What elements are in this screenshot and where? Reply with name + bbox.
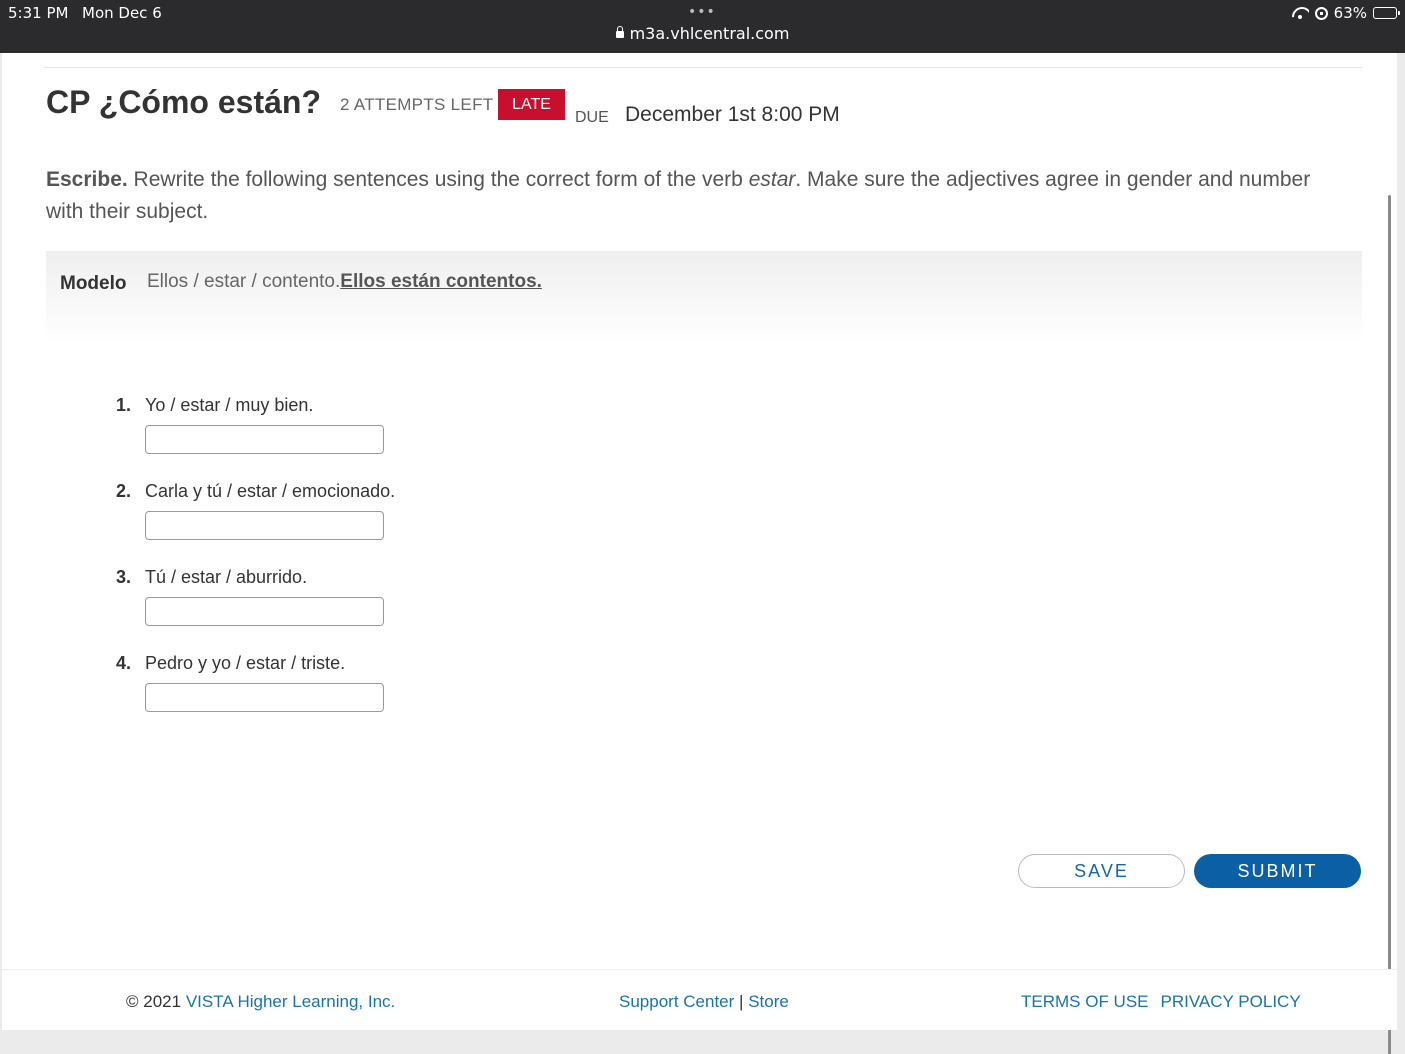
- company-link[interactable]: VISTA Higher Learning, Inc.: [186, 992, 395, 1011]
- attempts-left: 2 ATTEMPTS LEFT: [340, 95, 494, 114]
- question-item-3: 3. Tú / estar / aburrido.: [116, 567, 716, 637]
- support-center-link[interactable]: Support Center: [619, 992, 734, 1011]
- instructions-lead: Escribe.: [46, 168, 128, 191]
- battery-percent: 63%: [1333, 4, 1367, 22]
- battery-icon: [1373, 7, 1400, 19]
- late-badge: LATE: [498, 89, 565, 120]
- due-label: DUE: [575, 109, 609, 126]
- question-item-2: 2. Carla y tú / estar / emocionado.: [116, 481, 716, 551]
- instructions-text-1: Rewrite the following sentences using th…: [127, 168, 749, 191]
- question-number: 1.: [116, 395, 132, 415]
- question-number: 2.: [116, 481, 132, 501]
- url-text: m3a.vhlcentral.com: [629, 24, 790, 43]
- address-bar[interactable]: m3a.vhlcentral.com: [0, 24, 1405, 43]
- answer-input-3[interactable]: [145, 597, 384, 626]
- answer-input-2[interactable]: [145, 511, 384, 540]
- instructions-verb: estar: [748, 168, 796, 191]
- footer: © 2021 VISTA Higher Learning, Inc. Suppo…: [2, 969, 1397, 1030]
- question-number: 3.: [116, 567, 132, 587]
- modelo-prompt: Ellos / estar / contento.Ellos están con…: [147, 271, 542, 293]
- modelo-label: Modelo: [60, 273, 127, 294]
- privacy-link[interactable]: PRIVACY POLICY: [1161, 992, 1301, 1011]
- question-number: 4.: [116, 653, 132, 673]
- question-prompt: Tú / estar / aburrido.: [145, 567, 308, 587]
- modelo-prompt-text: Ellos / estar / contento.: [147, 271, 341, 292]
- page-title: CP ¿Cómo están?: [46, 84, 321, 120]
- status-time: 5:31 PM: [8, 4, 69, 22]
- question-prompt: Carla y tú / estar / emocionado.: [145, 481, 396, 501]
- due-date: December 1st 8:00 PM: [625, 103, 840, 126]
- submit-button[interactable]: SUBMIT: [1194, 854, 1361, 888]
- footer-copyright: © 2021 VISTA Higher Learning, Inc.: [126, 992, 395, 1012]
- page-content: CP ¿Cómo están? 2 ATTEMPTS LEFT LATE DUE…: [2, 53, 1397, 1054]
- question-item-1: 1. Yo / estar / muy bien.: [116, 395, 716, 465]
- wifi-icon: [1291, 6, 1309, 20]
- modelo-box: Modelo Ellos / estar / contento.Ellos es…: [46, 251, 1362, 343]
- question-prompt: Yo / estar / muy bien.: [145, 395, 314, 415]
- terms-link[interactable]: TERMS OF USE: [1021, 992, 1149, 1011]
- copyright-text: © 2021: [126, 992, 182, 1011]
- footer-legal: TERMS OF USE PRIVACY POLICY: [1021, 992, 1301, 1012]
- status-bar: 5:31 PM Mon Dec 6 ••• m3a.vhlcentral.com…: [0, 0, 1405, 53]
- lock-icon: [615, 26, 624, 38]
- question-item-4: 4. Pedro y yo / estar / triste.: [116, 653, 716, 723]
- more-dots-icon[interactable]: •••: [688, 4, 716, 20]
- save-button[interactable]: SAVE: [1018, 854, 1185, 888]
- store-link[interactable]: Store: [748, 992, 789, 1011]
- footer-links: Support Center | Store: [619, 992, 789, 1012]
- footer-separator: |: [739, 992, 744, 1011]
- rotation-lock-icon: [1314, 6, 1328, 20]
- status-indicators: 63%: [1291, 4, 1400, 22]
- answer-input-1[interactable]: [145, 425, 384, 454]
- divider: [44, 67, 1362, 68]
- status-date: Mon Dec 6: [82, 4, 162, 22]
- scrollbar[interactable]: [1388, 195, 1391, 1054]
- modelo-answer: Ellos están contentos.: [340, 271, 542, 292]
- question-prompt: Pedro y yo / estar / triste.: [145, 653, 346, 673]
- instructions: Escribe. Rewrite the following sentences…: [46, 164, 1346, 228]
- answer-input-4[interactable]: [145, 683, 384, 712]
